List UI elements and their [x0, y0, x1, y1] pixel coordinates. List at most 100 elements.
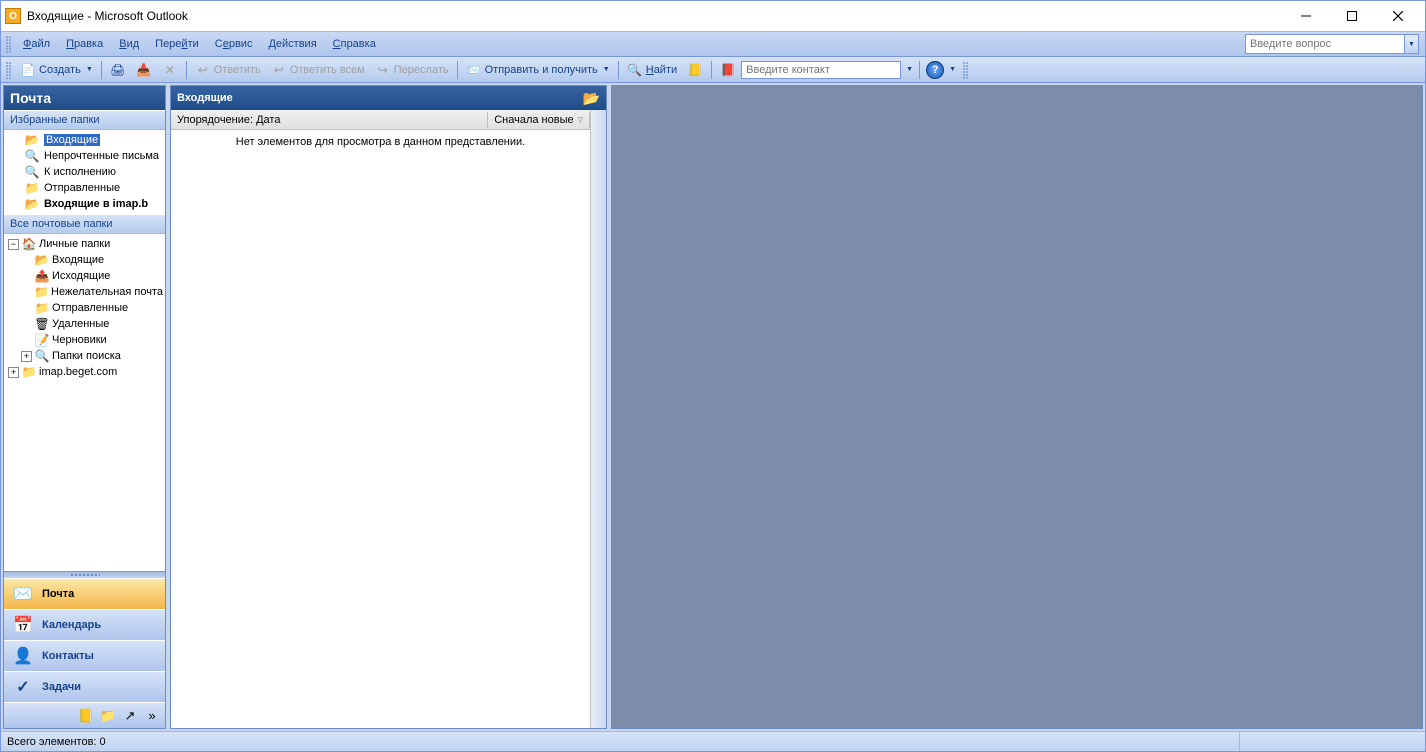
- tree-personal-folders[interactable]: −🏠Личные папки: [6, 236, 163, 252]
- sort-direction-icon: ▽: [578, 116, 583, 124]
- find-button[interactable]: 🔍 Найти: [623, 60, 681, 80]
- help-button[interactable]: ?: [926, 61, 944, 79]
- status-bar: Всего элементов: 0: [1, 731, 1425, 751]
- menu-go[interactable]: Перейти: [147, 34, 207, 54]
- sort-direction[interactable]: Сначала новые▽: [488, 112, 590, 128]
- expand-icon-2[interactable]: +: [8, 367, 19, 378]
- address-book-icon: 📒: [687, 62, 703, 78]
- toolbar-grip-1[interactable]: [5, 61, 11, 79]
- folder-imap-icon: 📂: [24, 197, 40, 211]
- nav-button-mail[interactable]: ✉️Почта: [4, 578, 165, 609]
- nav-splitter[interactable]: [4, 571, 165, 578]
- nav-footer: 📒 📁 ↗ »: [4, 702, 165, 728]
- move-button[interactable]: 📥: [132, 60, 156, 80]
- folder-unread-icon: 🔍: [24, 149, 40, 163]
- forward-label: Переслать: [394, 64, 449, 76]
- tree-inbox[interactable]: 📂Входящие: [6, 252, 163, 268]
- print-icon: 🖨: [110, 62, 126, 78]
- deleted-icon: 🗑: [34, 317, 50, 331]
- ask-question-input[interactable]: [1245, 34, 1405, 54]
- new-button-label: Создать: [39, 64, 81, 76]
- minimize-button[interactable]: [1283, 2, 1329, 30]
- new-button[interactable]: 📄 Создать ▼: [16, 60, 97, 80]
- sort-bar: Упорядочение: Дата Сначала новые▽: [171, 110, 590, 130]
- list-header-title: Входящие: [177, 92, 233, 104]
- print-button[interactable]: 🖨: [106, 60, 130, 80]
- shortcuts-icon[interactable]: ↗: [121, 707, 139, 725]
- send-receive-dropdown-icon[interactable]: ▼: [601, 66, 610, 73]
- window-title: Входящие - Microsoft Outlook: [27, 9, 1283, 23]
- menu-edit[interactable]: Правка: [58, 34, 111, 54]
- send-receive-label: Отправить и получить: [485, 64, 598, 76]
- menu-grip[interactable]: [5, 35, 11, 53]
- send-receive-button[interactable]: 📨 Отправить и получить ▼: [462, 60, 614, 80]
- address-book-button[interactable]: 📒: [683, 60, 707, 80]
- maximize-button[interactable]: [1329, 2, 1375, 30]
- nav-button-calendar[interactable]: 📅Календарь: [4, 609, 165, 640]
- notes-shortcut-icon[interactable]: 📒: [77, 707, 95, 725]
- tasks-icon: ✓: [12, 676, 34, 698]
- toolbar-grip-2[interactable]: [962, 61, 968, 79]
- status-text: Всего элементов: 0: [7, 736, 106, 748]
- collapse-icon[interactable]: −: [8, 239, 19, 250]
- calendar-icon: 📅: [12, 614, 34, 636]
- drafts-icon: 📝: [34, 333, 50, 347]
- list-header: Входящие 📂: [171, 86, 606, 110]
- all-folders-header[interactable]: Все почтовые папки: [4, 214, 165, 234]
- sort-arrange-by[interactable]: Упорядочение: Дата: [171, 112, 488, 128]
- message-list-panel: Входящие 📂 Упорядочение: Дата Сначала но…: [170, 85, 607, 729]
- folder-sent-icon: 📁: [24, 181, 40, 195]
- favorite-folders-header[interactable]: Избранные папки: [4, 110, 165, 130]
- help-dropdown[interactable]: ▼: [945, 66, 958, 73]
- fav-folder-followup[interactable]: 🔍К исполнению: [6, 164, 163, 180]
- status-right-cell: [1239, 732, 1419, 751]
- list-scrollbar[interactable]: [590, 110, 606, 728]
- fav-folder-imap-inbox[interactable]: 📂Входящие в imap.b: [6, 196, 163, 212]
- new-dropdown-icon[interactable]: ▼: [84, 66, 93, 73]
- folder-shortcut-icon[interactable]: 📁: [99, 707, 117, 725]
- fav-folder-sent[interactable]: 📁Отправленные: [6, 180, 163, 196]
- reply-label: Ответить: [214, 64, 261, 76]
- ask-question-dropdown[interactable]: ▼: [1405, 34, 1419, 54]
- tree-deleted[interactable]: 🗑Удаленные: [6, 316, 163, 332]
- contacts-book-icon: 📕: [720, 62, 736, 78]
- expand-icon[interactable]: +: [21, 351, 32, 362]
- forward-button[interactable]: ↪ Переслать: [371, 60, 453, 80]
- outlook-icon: O: [5, 8, 21, 24]
- tree-drafts[interactable]: 📝Черновики: [6, 332, 163, 348]
- contact-search-input[interactable]: [741, 61, 901, 79]
- menu-help[interactable]: Справка: [325, 34, 384, 54]
- fav-folder-unread[interactable]: 🔍Непрочтенные письма: [6, 148, 163, 164]
- junk-icon: 📁: [34, 285, 49, 299]
- delete-icon: ✕: [162, 62, 178, 78]
- tree-search-folders[interactable]: +🔍Папки поиска: [6, 348, 163, 364]
- close-button[interactable]: [1375, 2, 1421, 30]
- menu-view[interactable]: Вид: [111, 34, 147, 54]
- folder-tree: −🏠Личные папки 📂Входящие 📤Исходящие 📁Неж…: [4, 234, 165, 571]
- tree-sent[interactable]: 📁Отправленные: [6, 300, 163, 316]
- menu-tools[interactable]: Сервис: [207, 34, 261, 54]
- nav-button-tasks[interactable]: ✓Задачи: [4, 671, 165, 702]
- tree-imap-account[interactable]: +📁imap.beget.com: [6, 364, 163, 380]
- find-icon: 🔍: [627, 62, 643, 78]
- favorite-folders-list: 📂Входящие 🔍Непрочтенные письма 🔍К исполн…: [4, 130, 165, 214]
- contacts-icon: 👤: [12, 645, 34, 667]
- reply-all-button[interactable]: ↩ Ответить всем: [267, 60, 369, 80]
- nav-header: Почта: [4, 86, 165, 110]
- contact-dropdown[interactable]: ▼: [902, 66, 915, 73]
- delete-button[interactable]: ✕: [158, 60, 182, 80]
- menu-bar: Файл Правка Вид Перейти Сервис Действия …: [1, 31, 1425, 57]
- fav-folder-inbox[interactable]: 📂Входящие: [6, 132, 163, 148]
- configure-buttons-icon[interactable]: »: [143, 707, 161, 725]
- find-label: Найти: [646, 64, 677, 76]
- menu-file[interactable]: Файл: [15, 34, 58, 54]
- reply-button[interactable]: ↩ Ответить: [191, 60, 265, 80]
- tree-junk[interactable]: 📁Нежелательная почта: [6, 284, 163, 300]
- tree-outbox[interactable]: 📤Исходящие: [6, 268, 163, 284]
- search-folders-icon: 🔍: [34, 349, 50, 363]
- menu-actions[interactable]: Действия: [260, 34, 324, 54]
- contacts-icon-button[interactable]: 📕: [716, 60, 740, 80]
- folder-inbox-icon: 📂: [24, 133, 40, 147]
- nav-button-contacts[interactable]: 👤Контакты: [4, 640, 165, 671]
- sent-icon: 📁: [34, 301, 50, 315]
